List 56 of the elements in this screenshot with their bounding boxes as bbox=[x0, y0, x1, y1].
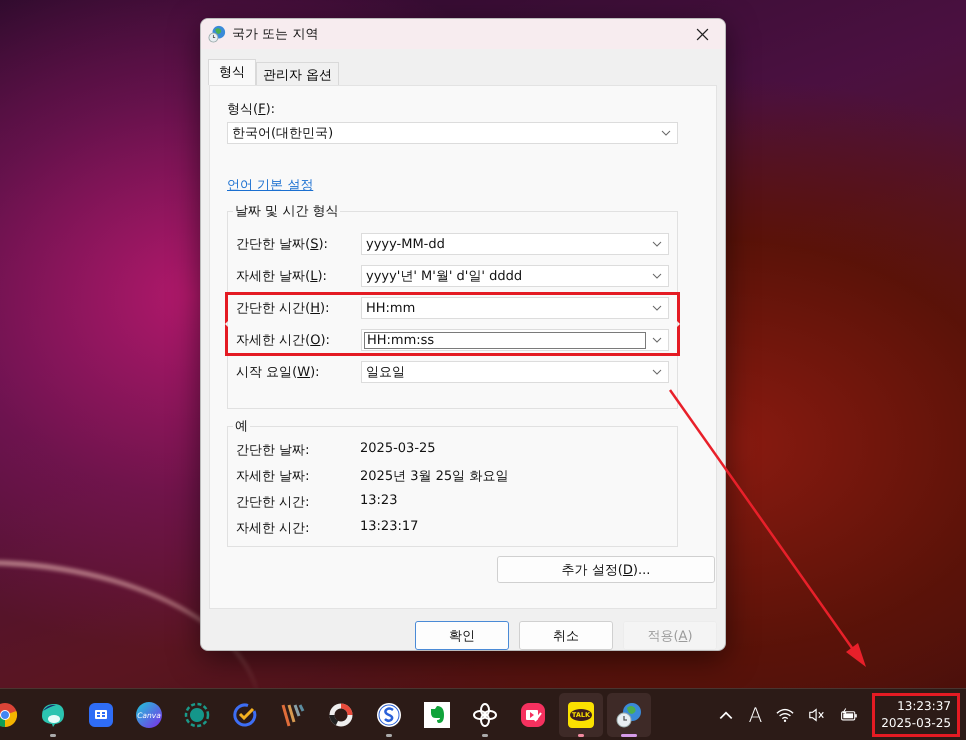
tab[interactable]: 형식 bbox=[208, 59, 256, 85]
donut-icon bbox=[328, 702, 354, 728]
example-label: 간단한 날짜: bbox=[236, 442, 311, 459]
format-dropdown[interactable]: HH:mm bbox=[361, 297, 669, 319]
window-title: 국가 또는 지역 bbox=[232, 26, 318, 43]
chevron-down-icon bbox=[661, 130, 671, 136]
globe-clock-icon bbox=[208, 25, 226, 43]
wifi-icon[interactable] bbox=[776, 707, 794, 723]
chevron-down-icon bbox=[652, 241, 662, 247]
format-label: 형식(F): bbox=[227, 101, 276, 118]
example-value: 13:23 bbox=[360, 493, 398, 510]
globe-clock-icon bbox=[616, 702, 642, 728]
field-label: 간단한 날짜(S): bbox=[236, 236, 329, 253]
check-icon bbox=[232, 702, 258, 728]
elephant-icon bbox=[424, 702, 450, 728]
field-label: 시작 요일(W): bbox=[236, 364, 321, 381]
format-dropdown[interactable]: 한국어(대한민국) bbox=[227, 122, 678, 144]
example-value: 2025-03-25 bbox=[360, 441, 436, 458]
taskbar-app[interactable] bbox=[607, 693, 651, 737]
more-settings-button[interactable]: 추가 설정(D)... bbox=[497, 556, 715, 583]
stripes-icon bbox=[280, 702, 306, 728]
field-label: 간단한 시간(H): bbox=[236, 300, 330, 317]
battery-charging-icon[interactable] bbox=[840, 707, 858, 723]
ring-icon bbox=[184, 702, 210, 728]
speaker-muted-icon[interactable] bbox=[808, 707, 826, 723]
format-dropdown[interactable]: HH:mm:ss bbox=[361, 329, 669, 351]
chevron-down-icon bbox=[652, 273, 662, 279]
field-label: 자세한 시간(O): bbox=[236, 332, 331, 349]
field-label: 자세한 날짜(L): bbox=[236, 268, 328, 285]
chevron-down-icon bbox=[652, 369, 662, 375]
example-label: 간단한 시간: bbox=[236, 494, 311, 511]
video-icon bbox=[520, 702, 546, 728]
chevron-down-icon bbox=[652, 305, 662, 311]
group-title: 날짜 및 시간 형식 bbox=[234, 203, 340, 220]
example-value: 2025년 3월 25일 화요일 bbox=[360, 468, 508, 485]
dialog-button[interactable]: 확인 bbox=[415, 621, 509, 650]
tab[interactable]: 관리자 옵션 bbox=[256, 62, 340, 85]
whale-icon bbox=[40, 702, 66, 728]
example-label: 자세한 시간: bbox=[236, 520, 311, 537]
knot-icon bbox=[472, 702, 498, 728]
language-settings-link[interactable]: 언어 기본 설정 bbox=[227, 176, 314, 194]
example-label: 자세한 날짜: bbox=[236, 468, 311, 485]
example-value: 13:23:17 bbox=[360, 519, 418, 536]
clock[interactable]: 13:23:37 2025-03-25 bbox=[872, 693, 960, 737]
format-dropdown[interactable]: yyyy'년' M'월' d'일' dddd bbox=[361, 265, 669, 287]
s-circle-icon bbox=[376, 702, 402, 728]
laptop-icon bbox=[88, 702, 114, 728]
format-dropdown[interactable]: 일요일 bbox=[361, 361, 669, 383]
dialog-button[interactable]: 취소 bbox=[519, 621, 613, 650]
clock-time: 13:23:37 bbox=[897, 698, 951, 715]
chevron-down-icon bbox=[652, 337, 662, 343]
close-icon bbox=[696, 28, 708, 40]
format-dropdown[interactable]: yyyy-MM-dd bbox=[361, 233, 669, 255]
group-title: 예 bbox=[234, 418, 249, 435]
input-indicator[interactable]: A bbox=[748, 703, 762, 727]
clock-date: 2025-03-25 bbox=[881, 715, 951, 732]
